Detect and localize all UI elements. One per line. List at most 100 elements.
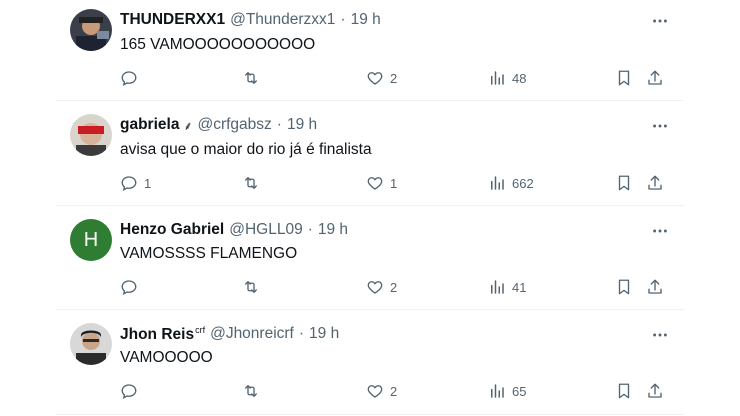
display-name-text: Jhon Reis [120, 325, 195, 343]
handle[interactable]: @HGLL09 [229, 221, 302, 239]
retweet-icon [245, 385, 257, 397]
timestamp[interactable]: 19 h [318, 221, 348, 239]
handle[interactable]: @crfgabsz [197, 116, 271, 134]
like-count: 2 [390, 383, 398, 399]
more-icon[interactable] [650, 221, 670, 241]
action-bar: 1 1 662 [120, 172, 680, 194]
views-count: 65 [512, 383, 527, 399]
like-button[interactable]: 2 [366, 380, 397, 402]
views-icon [491, 176, 504, 190]
avatar[interactable] [70, 9, 112, 51]
views-count: 48 [512, 70, 527, 86]
handle[interactable]: @Thunderzxx1 [230, 11, 335, 29]
tweet-text: 165 VAMOOOOOOOOOOO [120, 36, 316, 53]
views-icon [491, 71, 504, 85]
heart-icon [367, 177, 383, 190]
share-icon [648, 70, 662, 85]
bookmark-icon [618, 279, 630, 295]
bookmark-button[interactable] [615, 380, 633, 402]
share-icon [648, 175, 662, 190]
reply-button[interactable]: 1 [120, 172, 151, 194]
views-button[interactable]: 65 [488, 380, 526, 402]
reply-icon [121, 176, 137, 192]
avatar[interactable]: H [70, 219, 112, 261]
tweet-text: VAMOSSSS FLAMENGO [120, 245, 298, 262]
more-icon[interactable] [650, 116, 670, 136]
action-bar: 2 65 [120, 380, 680, 402]
views-button[interactable]: 48 [488, 67, 526, 89]
timestamp[interactable]: 19 h [309, 325, 339, 343]
retweet-icon [245, 177, 257, 189]
reply-button[interactable] [120, 276, 144, 298]
retweet-button[interactable] [242, 380, 266, 402]
reply-feed: THUNDERXX1 @Thunderzxx1 · 19 h 165 VAMOO… [56, 0, 684, 416]
display-name[interactable]: Jhon Reiscrf [120, 325, 205, 344]
bookmark-button[interactable] [615, 276, 633, 298]
name-emoji: ⸙ [183, 118, 193, 133]
divider [56, 100, 684, 101]
retweet-button[interactable] [242, 67, 266, 89]
more-icon[interactable] [650, 11, 670, 31]
views-button[interactable]: 41 [488, 276, 526, 298]
avatar[interactable] [70, 114, 112, 156]
tweet-text: VAMOOOOO [120, 349, 213, 366]
views-icon [491, 384, 504, 398]
divider [56, 205, 684, 206]
like-button[interactable]: 2 [366, 67, 397, 89]
views-icon [491, 280, 504, 294]
like-count: 1 [390, 175, 398, 191]
tweet-header: Jhon Reiscrf @Jhonreicrf · 19 h [120, 324, 339, 344]
handle[interactable]: @Jhonreicrf [210, 325, 294, 343]
tweet[interactable]: THUNDERXX1 @Thunderzxx1 · 19 h 165 VAMOO… [56, 0, 684, 104]
avatar-initial: H [83, 228, 99, 251]
separator-dot: · [307, 221, 313, 238]
bookmark-button[interactable] [615, 172, 633, 194]
action-bar: 2 41 [120, 276, 680, 298]
share-button[interactable] [646, 172, 664, 194]
tweet-header: gabriela ⸙ @crfgabsz · 19 h [120, 115, 317, 135]
tweet[interactable]: H Henzo Gabriel @HGLL09 · 19 h VAMOSSSS … [56, 208, 684, 312]
avatar[interactable] [70, 323, 112, 365]
name-superscript: crf [195, 324, 206, 335]
bookmark-icon [618, 383, 630, 399]
more-icon[interactable] [650, 325, 670, 345]
tweet[interactable]: gabriela ⸙ @crfgabsz · 19 h avisa que o … [56, 104, 684, 208]
like-button[interactable]: 1 [366, 172, 397, 194]
like-count: 2 [390, 279, 398, 295]
like-count: 2 [390, 70, 398, 86]
heart-icon [367, 281, 383, 294]
separator-dot: · [340, 11, 346, 28]
share-icon [648, 383, 662, 398]
separator-dot: · [298, 325, 305, 342]
reply-icon [121, 384, 137, 400]
retweet-button[interactable] [242, 276, 266, 298]
divider [56, 309, 684, 310]
share-icon [648, 279, 662, 294]
bookmark-icon [618, 70, 630, 86]
display-name[interactable]: THUNDERXX1 [120, 11, 225, 29]
retweet-icon [245, 281, 257, 293]
tweet[interactable]: Jhon Reiscrf @Jhonreicrf · 19 h VAMOOOOO… [56, 312, 684, 416]
share-button[interactable] [646, 67, 664, 89]
display-name[interactable]: gabriela [120, 116, 179, 134]
bookmark-button[interactable] [615, 67, 633, 89]
share-button[interactable] [646, 276, 664, 298]
reply-button[interactable] [120, 380, 144, 402]
views-button[interactable]: 662 [488, 172, 534, 194]
tweet-header: Henzo Gabriel @HGLL09 · 19 h [120, 220, 348, 240]
reply-button[interactable] [120, 67, 144, 89]
heart-icon [367, 385, 383, 398]
timestamp[interactable]: 19 h [287, 116, 317, 134]
like-button[interactable]: 2 [366, 276, 397, 298]
retweet-icon [245, 72, 257, 84]
views-count: 662 [512, 175, 534, 191]
reply-count: 1 [144, 175, 152, 191]
action-bar: 2 48 [120, 67, 680, 89]
reply-icon [121, 280, 137, 296]
tweet-text: avisa que o maior do rio já é finalista [120, 141, 372, 158]
reply-icon [121, 71, 137, 87]
timestamp[interactable]: 19 h [351, 11, 381, 29]
retweet-button[interactable] [242, 172, 266, 194]
share-button[interactable] [646, 380, 664, 402]
display-name[interactable]: Henzo Gabriel [120, 221, 224, 239]
